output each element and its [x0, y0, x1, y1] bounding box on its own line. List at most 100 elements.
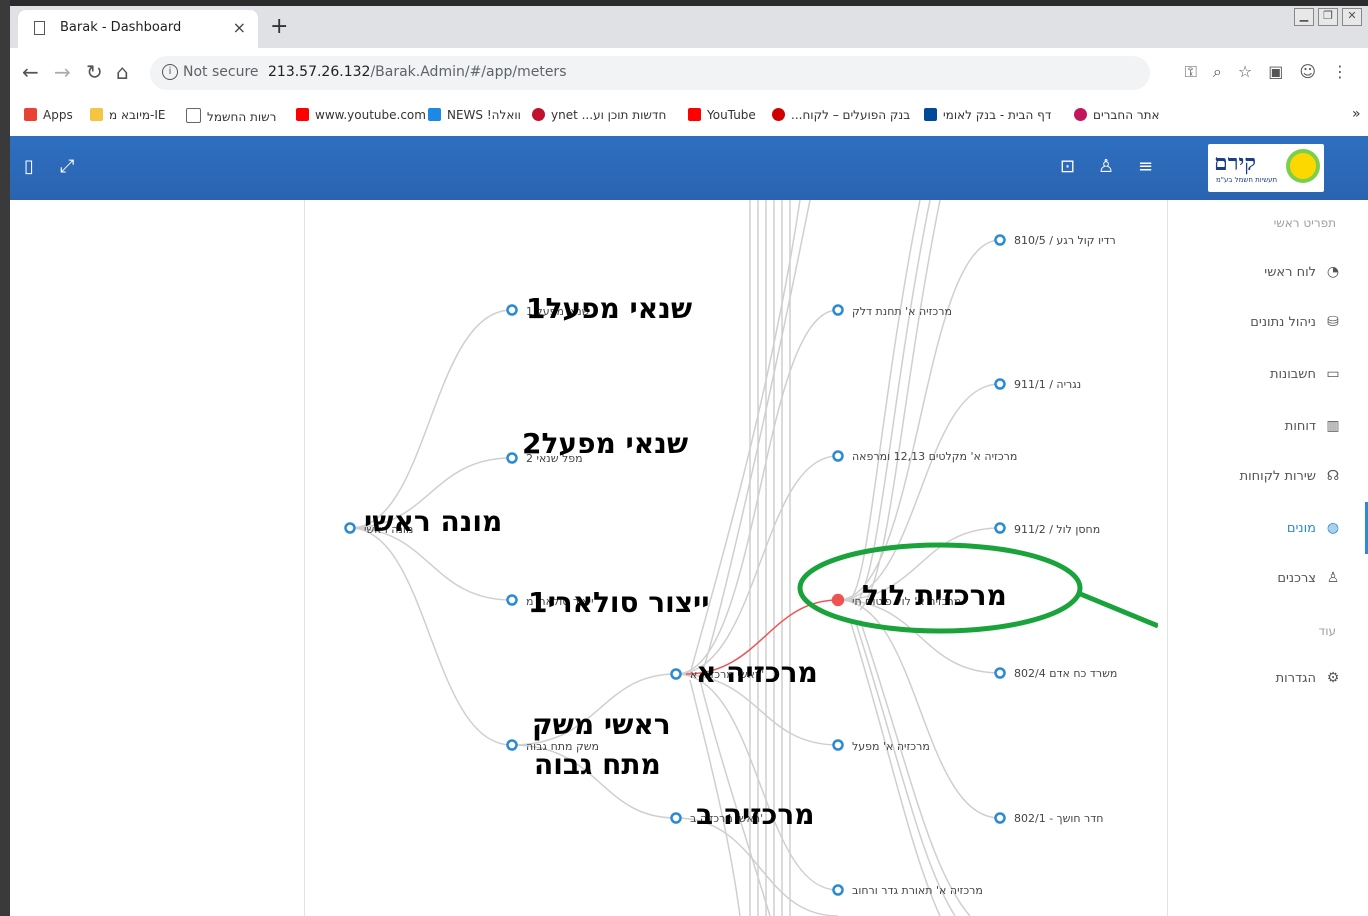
- annotation-label: ייצור סולארי1: [528, 586, 710, 619]
- node-label: מרכזיה א' מפעל: [852, 740, 930, 753]
- node-high-voltage[interactable]: משק מתח גבוה ראשי משק מתח גבוה: [506, 708, 671, 781]
- meter-icon: ◍: [1326, 520, 1340, 536]
- walla-icon: [428, 108, 441, 121]
- node-darkroom[interactable]: 802/1 - חדר חושך: [994, 812, 1104, 825]
- desktop-frame: [0, 0, 10, 916]
- node-label: 802/1 - חדר חושך: [1014, 812, 1103, 825]
- more-bookmarks-icon[interactable]: »: [1352, 106, 1361, 122]
- node-radio[interactable]: 810/5 / רדיו קול רגע: [994, 234, 1116, 247]
- page-icon: [186, 108, 201, 123]
- company-logo: קירם תעשיות חשמל בע"מ: [1208, 144, 1324, 192]
- sidebar-section-more: עוד: [1318, 624, 1336, 638]
- sidebar-item-dashboard[interactable]: ◔לוח ראשי: [1192, 264, 1342, 290]
- node-transformer-1[interactable]: שנאי מפעל 1 שנאי מפעל1: [506, 292, 693, 325]
- leumi-icon: [924, 108, 937, 121]
- books-icon: ▥: [1326, 418, 1340, 434]
- back-icon[interactable]: ←: [22, 60, 39, 84]
- logo-text: קירם: [1214, 150, 1257, 176]
- security-label: Not secure: [183, 64, 259, 80]
- page-icon: [34, 21, 45, 35]
- main-content: מונה ראשי מונה ראשי שנאי מפעל 1 שנאי מפע…: [10, 200, 1368, 916]
- bookmark-youtube-com[interactable]: www.youtube.com: [296, 108, 426, 122]
- node-carpentry[interactable]: 911/1 / נגריה: [994, 378, 1082, 391]
- youtube-icon: [296, 108, 309, 121]
- forward-icon[interactable]: →: [54, 60, 71, 84]
- gauge-icon: ◔: [1326, 264, 1340, 280]
- bookmark-hapoalim[interactable]: ...בנק הפועלים – לקוח: [772, 108, 910, 122]
- sidebar-item-reports[interactable]: ▥דוחות: [1192, 418, 1342, 444]
- home-icon[interactable]: ⌂: [116, 60, 129, 84]
- node-transformer-2[interactable]: מפל שנאי 2 שנאי מפעל2: [506, 427, 689, 465]
- node-label: 911/1 / נגריה: [1014, 378, 1081, 391]
- bookmark-apps[interactable]: Apps: [24, 108, 73, 122]
- bookmark-walla[interactable]: NEWS !וואלה: [428, 108, 521, 122]
- apps-icon: [24, 108, 37, 121]
- profile-icon[interactable]: ☺: [1299, 62, 1316, 82]
- node-factory[interactable]: מרכזיה א' מפעל: [832, 739, 930, 753]
- node-solar[interactable]: ייצור סולארי מ ייצור סולארי1: [506, 586, 710, 619]
- minimize-button[interactable]: ▁: [1294, 8, 1314, 26]
- node-poultry-house[interactable]: מרכזיה א' לול פיטום חי מרכזית לול: [831, 579, 1007, 612]
- logo-subtitle: תעשיות חשמל בע"מ: [1216, 176, 1278, 184]
- node-hr-office[interactable]: 802/4 משרד כח אדם: [994, 667, 1118, 680]
- info-icon[interactable]: i: [162, 64, 178, 80]
- node-label: 810/5 / רדיו קול רגע: [1014, 234, 1116, 247]
- node-fence-lighting[interactable]: מרכזיה א' תאורת גדר ורחוב: [832, 884, 983, 897]
- bookmark-leumi[interactable]: דף הבית - בנק לאומי: [924, 108, 1051, 122]
- sidebar-item-accounts[interactable]: ▭חשבונות: [1192, 366, 1342, 392]
- browser-tab[interactable]: Barak - Dashboard ×: [18, 10, 258, 48]
- logo-emblem: [1286, 149, 1320, 183]
- lock-icon[interactable]: ⊡: [1060, 156, 1075, 177]
- menu-icon[interactable]: ⋮: [1332, 62, 1348, 82]
- bookmark-members[interactable]: אתר החברים: [1074, 108, 1160, 122]
- card-icon: ▭: [1326, 366, 1340, 382]
- root-node[interactable]: מונה ראשי מונה ראשי: [344, 505, 503, 538]
- bookmark-youtube[interactable]: YouTube: [688, 108, 756, 122]
- meters-tree: מונה ראשי מונה ראשי שנאי מפעל 1 שנאי מפע…: [344, 200, 1158, 916]
- bookmark-electricity[interactable]: רשות החשמל: [186, 108, 276, 124]
- star-icon[interactable]: ☆: [1238, 62, 1252, 82]
- node-switchboard-b[interactable]: ראשי מרכזיה ב' מרכזיה ב: [670, 798, 815, 831]
- annotation-label: מונה ראשי: [364, 505, 502, 538]
- fullscreen-icon[interactable]: ⤢: [60, 156, 74, 177]
- sidebar-toggle-icon[interactable]: ▯: [24, 156, 34, 177]
- sidebar-item-meters[interactable]: ◍מונים: [1192, 520, 1342, 546]
- folder-icon: [90, 108, 103, 121]
- zoom-icon[interactable]: ⌕: [1213, 62, 1222, 82]
- annotation-label-line2: מתח גבוה: [534, 748, 661, 781]
- user-icon[interactable]: ♙: [1098, 156, 1114, 177]
- node-label: מרכזיה א' תאורת גדר ורחוב: [852, 884, 983, 897]
- sidebar-item-consumers[interactable]: ♙צרכנים: [1192, 570, 1342, 596]
- annotation-label: שנאי מפעל2: [522, 427, 688, 460]
- sidebar-section-main: תפריט ראשי: [1273, 216, 1336, 230]
- annotation-label: שנאי מפעל1: [526, 292, 692, 325]
- bookmark-ie[interactable]: מיובא מ-IE: [90, 108, 165, 122]
- url-host: 213.57.26.132: [268, 64, 371, 80]
- node-label: מרכזיה א' תחנת דלק: [852, 305, 952, 318]
- node-poultry-storage[interactable]: 911/2 / מחסן לול: [994, 522, 1101, 536]
- url-text[interactable]: 213.57.26.132/Barak.Admin/#/app/meters: [268, 64, 567, 80]
- sidebar-menu: תפריט ראשי ◔לוח ראשי ⛁ניהול נתונים ▭חשבו…: [1167, 200, 1368, 916]
- toolbar-right-icons: ⚿ ⌕ ☆ ▣ ☺ ⋮: [1185, 62, 1348, 82]
- menu-icon[interactable]: ≡: [1138, 156, 1153, 177]
- headset-icon: ☊: [1326, 468, 1340, 484]
- close-window-button[interactable]: ✕: [1342, 8, 1362, 26]
- highlight-arrow: [1077, 590, 1158, 629]
- new-tab-button[interactable]: +: [270, 14, 288, 39]
- address-bar[interactable]: i Not secure 213.57.26.132/Barak.Admin/#…: [150, 56, 1150, 90]
- reload-icon[interactable]: ↻: [86, 60, 103, 84]
- key-icon[interactable]: ⚿: [1185, 62, 1197, 82]
- tab-close-button[interactable]: ×: [233, 18, 246, 37]
- maximize-button[interactable]: ❐: [1318, 8, 1338, 26]
- url-path: /Barak.Admin/#/app/meters: [370, 64, 567, 80]
- node-gas-station[interactable]: מרכזיה א' תחנת דלק: [832, 304, 952, 318]
- browser-chrome: Barak - Dashboard × + ▁ ❐ ✕ ← → ↻ ⌂ i No…: [10, 6, 1368, 137]
- sidebar-item-settings[interactable]: ⚙הגדרות: [1192, 670, 1342, 696]
- node-shelters-clinic[interactable]: מרכזיה א' מקלטים 12,13 ומרפאה: [832, 450, 1018, 463]
- browser-toolbar: ← → ↻ ⌂ i Not secure 213.57.26.132/Barak…: [10, 48, 1368, 98]
- sidebar-item-customer-service[interactable]: ☊שירות לקוחות: [1192, 468, 1342, 494]
- tab-title: Barak - Dashboard: [60, 20, 182, 35]
- extension-icon[interactable]: ▣: [1268, 62, 1283, 82]
- sidebar-item-data-management[interactable]: ⛁ניהול נתונים: [1192, 314, 1342, 340]
- bookmark-ynet[interactable]: ynet ...חדשות תוכן וע: [532, 108, 666, 122]
